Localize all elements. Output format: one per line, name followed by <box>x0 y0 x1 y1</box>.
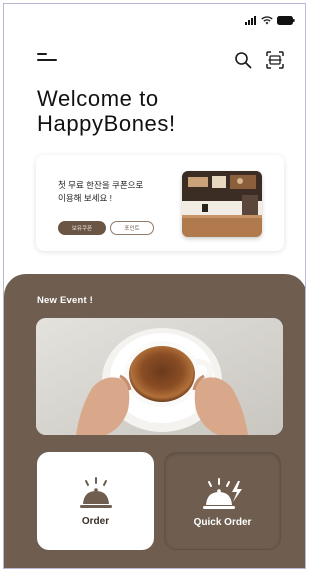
carousel-dot[interactable] <box>149 420 152 423</box>
points-button[interactable]: 포인트 <box>110 221 154 235</box>
coffee-image <box>36 318 283 435</box>
quick-order-label: Quick Order <box>193 517 252 528</box>
welcome-heading: Welcome to HappyBones! <box>37 86 176 136</box>
welcome-line-2: HappyBones! <box>37 111 176 136</box>
carousel-dot[interactable] <box>155 420 158 423</box>
cafe-photo <box>182 171 262 237</box>
search-icon[interactable] <box>234 51 252 69</box>
order-button[interactable]: Order <box>37 452 154 550</box>
carousel-dot[interactable] <box>161 420 164 423</box>
event-panel: New Event ! Order Quick Order <box>4 274 305 568</box>
carousel-dot[interactable] <box>167 420 170 423</box>
app-screen: Welcome to HappyBones! 첫 무료 한잔을 쿠폰으로 이용해… <box>3 3 306 569</box>
coupon-message-line-2: 이용해 보세요 ! <box>58 193 113 203</box>
top-bar <box>4 44 305 74</box>
welcome-line-1: Welcome to <box>37 86 159 111</box>
battery-icon <box>277 15 295 25</box>
menu-icon[interactable] <box>37 52 59 66</box>
quick-cloche-icon <box>202 478 242 509</box>
wifi-icon <box>261 15 273 24</box>
coupon-message-line-1: 첫 무료 한잔을 쿠폰으로 <box>58 180 144 190</box>
status-bar <box>245 14 295 26</box>
new-event-label: New Event ! <box>37 295 94 306</box>
event-banner[interactable] <box>36 318 283 435</box>
cloche-icon <box>79 477 112 508</box>
my-coupons-button[interactable]: 보유쿠폰 <box>58 221 106 235</box>
carousel-indicator[interactable] <box>36 420 283 423</box>
coupon-card[interactable]: 첫 무료 한잔을 쿠폰으로 이용해 보세요 ! 보유쿠폰 포인트 <box>36 155 284 251</box>
quick-order-button[interactable]: Quick Order <box>164 452 281 550</box>
scan-icon[interactable] <box>266 51 284 69</box>
signal-icon <box>245 15 256 25</box>
coupon-message: 첫 무료 한잔을 쿠폰으로 이용해 보세요 ! <box>58 179 143 205</box>
order-label: Order <box>81 516 110 527</box>
